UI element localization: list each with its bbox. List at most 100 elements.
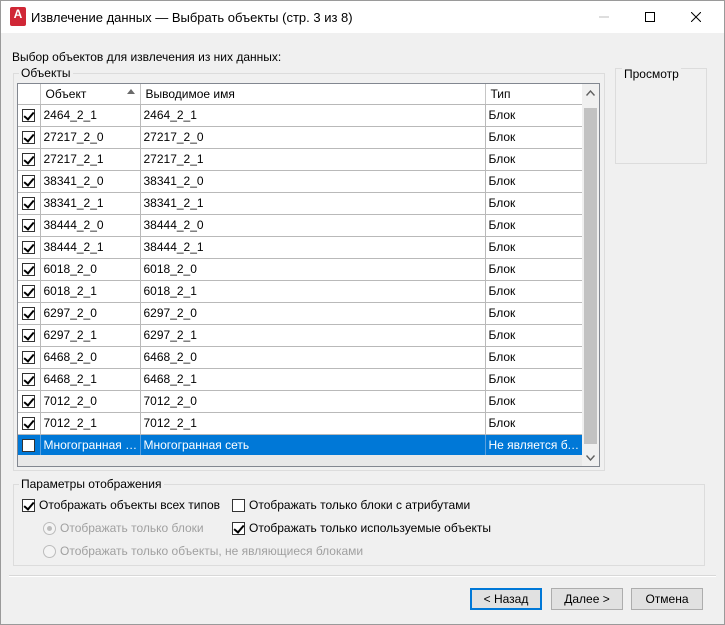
row-checkbox-cell[interactable] (18, 214, 41, 237)
row-checkbox-cell[interactable] (18, 192, 41, 215)
display-name-cell[interactable]: 6468_2_0 (140, 346, 486, 369)
table-row[interactable]: 6468_2_0 6468_2_0 Блок (18, 346, 585, 369)
only-blocks-with-attributes-option[interactable]: Отображать только блоки с атрибутами (232, 498, 470, 512)
table-row[interactable]: 6018_2_0 6018_2_0 Блок (18, 258, 585, 281)
table-row[interactable]: 38444_2_0 38444_2_0 Блок (18, 214, 585, 237)
minimize-button[interactable] (581, 1, 627, 33)
show-all-types-checkbox[interactable] (22, 498, 35, 512)
display-name-cell[interactable]: 6297_2_1 (140, 324, 486, 347)
cancel-button[interactable]: Отмена (631, 588, 703, 610)
table-row[interactable]: 7012_2_0 7012_2_0 Блок (18, 390, 585, 413)
table-row[interactable]: 38341_2_1 38341_2_1 Блок (18, 192, 585, 215)
back-button[interactable]: < Назад (470, 588, 542, 610)
row-checkbox-cell[interactable] (18, 324, 41, 347)
object-name-cell[interactable]: 6468_2_1 (40, 368, 141, 391)
display-name-cell[interactable]: 6297_2_0 (140, 302, 486, 325)
row-checkbox[interactable] (22, 241, 36, 255)
type-cell[interactable]: Блок (485, 214, 585, 237)
row-checkbox-cell[interactable] (18, 170, 41, 193)
row-checkbox-cell[interactable] (18, 104, 41, 127)
display-name-cell[interactable]: 7012_2_1 (140, 412, 486, 435)
row-checkbox[interactable] (22, 439, 36, 453)
column-header-checkbox[interactable] (18, 84, 41, 105)
vertical-scrollbar[interactable] (582, 84, 599, 466)
row-checkbox-cell[interactable] (18, 390, 41, 413)
type-cell[interactable]: Блок (485, 324, 585, 347)
column-header-display-name[interactable]: Выводимое имя (140, 84, 486, 105)
table-row[interactable]: 6468_2_1 6468_2_1 Блок (18, 368, 585, 391)
display-name-cell[interactable]: 38341_2_1 (140, 192, 486, 215)
type-cell[interactable]: Блок (485, 346, 585, 369)
next-button[interactable]: Далее > (551, 588, 623, 610)
type-cell[interactable]: Блок (485, 390, 585, 413)
display-name-cell[interactable]: Многогранная сеть (140, 434, 486, 457)
table-row[interactable]: 6018_2_1 6018_2_1 Блок (18, 280, 585, 303)
maximize-button[interactable] (627, 1, 673, 33)
row-checkbox-cell[interactable] (18, 148, 41, 171)
object-name-cell[interactable]: 38341_2_1 (40, 192, 141, 215)
object-name-cell[interactable]: 6297_2_1 (40, 324, 141, 347)
only-used-objects-option[interactable]: Отображать только используемые объекты (232, 521, 491, 535)
row-checkbox[interactable] (22, 285, 36, 299)
scroll-thumb[interactable] (584, 108, 597, 444)
row-checkbox[interactable] (22, 153, 36, 167)
object-name-cell[interactable]: 6018_2_0 (40, 258, 141, 281)
row-checkbox-cell[interactable] (18, 346, 41, 369)
type-cell[interactable]: Блок (485, 148, 585, 171)
row-checkbox[interactable] (22, 175, 36, 189)
row-checkbox-cell[interactable] (18, 236, 41, 259)
row-checkbox-cell[interactable] (18, 412, 41, 435)
row-checkbox[interactable] (22, 329, 36, 343)
display-name-cell[interactable]: 27217_2_1 (140, 148, 486, 171)
display-name-cell[interactable]: 6018_2_1 (140, 280, 486, 303)
display-name-cell[interactable]: 7012_2_0 (140, 390, 486, 413)
only-used-objects-checkbox[interactable] (232, 521, 245, 535)
table-row[interactable]: 6297_2_1 6297_2_1 Блок (18, 324, 585, 347)
object-name-cell[interactable]: 38341_2_0 (40, 170, 141, 193)
table-row[interactable]: 38444_2_1 38444_2_1 Блок (18, 236, 585, 259)
table-row[interactable]: 27217_2_0 27217_2_0 Блок (18, 126, 585, 149)
only-blocks-with-attributes-checkbox[interactable] (232, 498, 245, 512)
type-cell[interactable]: Блок (485, 368, 585, 391)
object-name-cell[interactable]: Многогранная с... (40, 434, 141, 457)
display-name-cell[interactable]: 27217_2_0 (140, 126, 486, 149)
scroll-down-arrow[interactable] (582, 449, 599, 466)
display-name-cell[interactable]: 6018_2_0 (140, 258, 486, 281)
object-name-cell[interactable]: 7012_2_1 (40, 412, 141, 435)
table-row[interactable]: Многогранная с... Многогранная сеть Не явл… (18, 434, 585, 457)
table-row[interactable]: 7012_2_1 7012_2_1 Блок (18, 412, 585, 435)
row-checkbox-cell[interactable] (18, 280, 41, 303)
row-checkbox[interactable] (22, 307, 36, 321)
type-cell[interactable]: Блок (485, 412, 585, 435)
type-cell[interactable]: Блок (485, 126, 585, 149)
type-cell[interactable]: Блок (485, 170, 585, 193)
close-button[interactable] (673, 1, 719, 33)
display-name-cell[interactable]: 38444_2_1 (140, 236, 486, 259)
object-name-cell[interactable]: 38444_2_0 (40, 214, 141, 237)
type-cell[interactable]: Блок (485, 258, 585, 281)
type-cell[interactable]: Блок (485, 280, 585, 303)
type-cell[interactable]: Блок (485, 236, 585, 259)
display-name-cell[interactable]: 38341_2_0 (140, 170, 486, 193)
row-checkbox[interactable] (22, 373, 36, 387)
object-name-cell[interactable]: 27217_2_0 (40, 126, 141, 149)
row-checkbox[interactable] (22, 197, 36, 211)
type-cell[interactable]: Не является бл... (485, 434, 585, 457)
objects-grid[interactable]: Объект Выводимое имя Тип 2464_2_1 2464_2_… (17, 83, 600, 467)
row-checkbox-cell[interactable] (18, 258, 41, 281)
display-name-cell[interactable]: 6468_2_1 (140, 368, 486, 391)
display-name-cell[interactable]: 38444_2_0 (140, 214, 486, 237)
row-checkbox[interactable] (22, 395, 36, 409)
row-checkbox[interactable] (22, 219, 36, 233)
object-name-cell[interactable]: 6297_2_0 (40, 302, 141, 325)
row-checkbox[interactable] (22, 109, 36, 123)
type-cell[interactable]: Блок (485, 302, 585, 325)
object-name-cell[interactable]: 2464_2_1 (40, 104, 141, 127)
row-checkbox[interactable] (22, 131, 36, 145)
row-checkbox[interactable] (22, 351, 36, 365)
row-checkbox-cell[interactable] (18, 434, 41, 457)
object-name-cell[interactable]: 6018_2_1 (40, 280, 141, 303)
table-row[interactable]: 38341_2_0 38341_2_0 Блок (18, 170, 585, 193)
display-name-cell[interactable]: 2464_2_1 (140, 104, 486, 127)
column-header-object[interactable]: Объект (40, 84, 141, 105)
